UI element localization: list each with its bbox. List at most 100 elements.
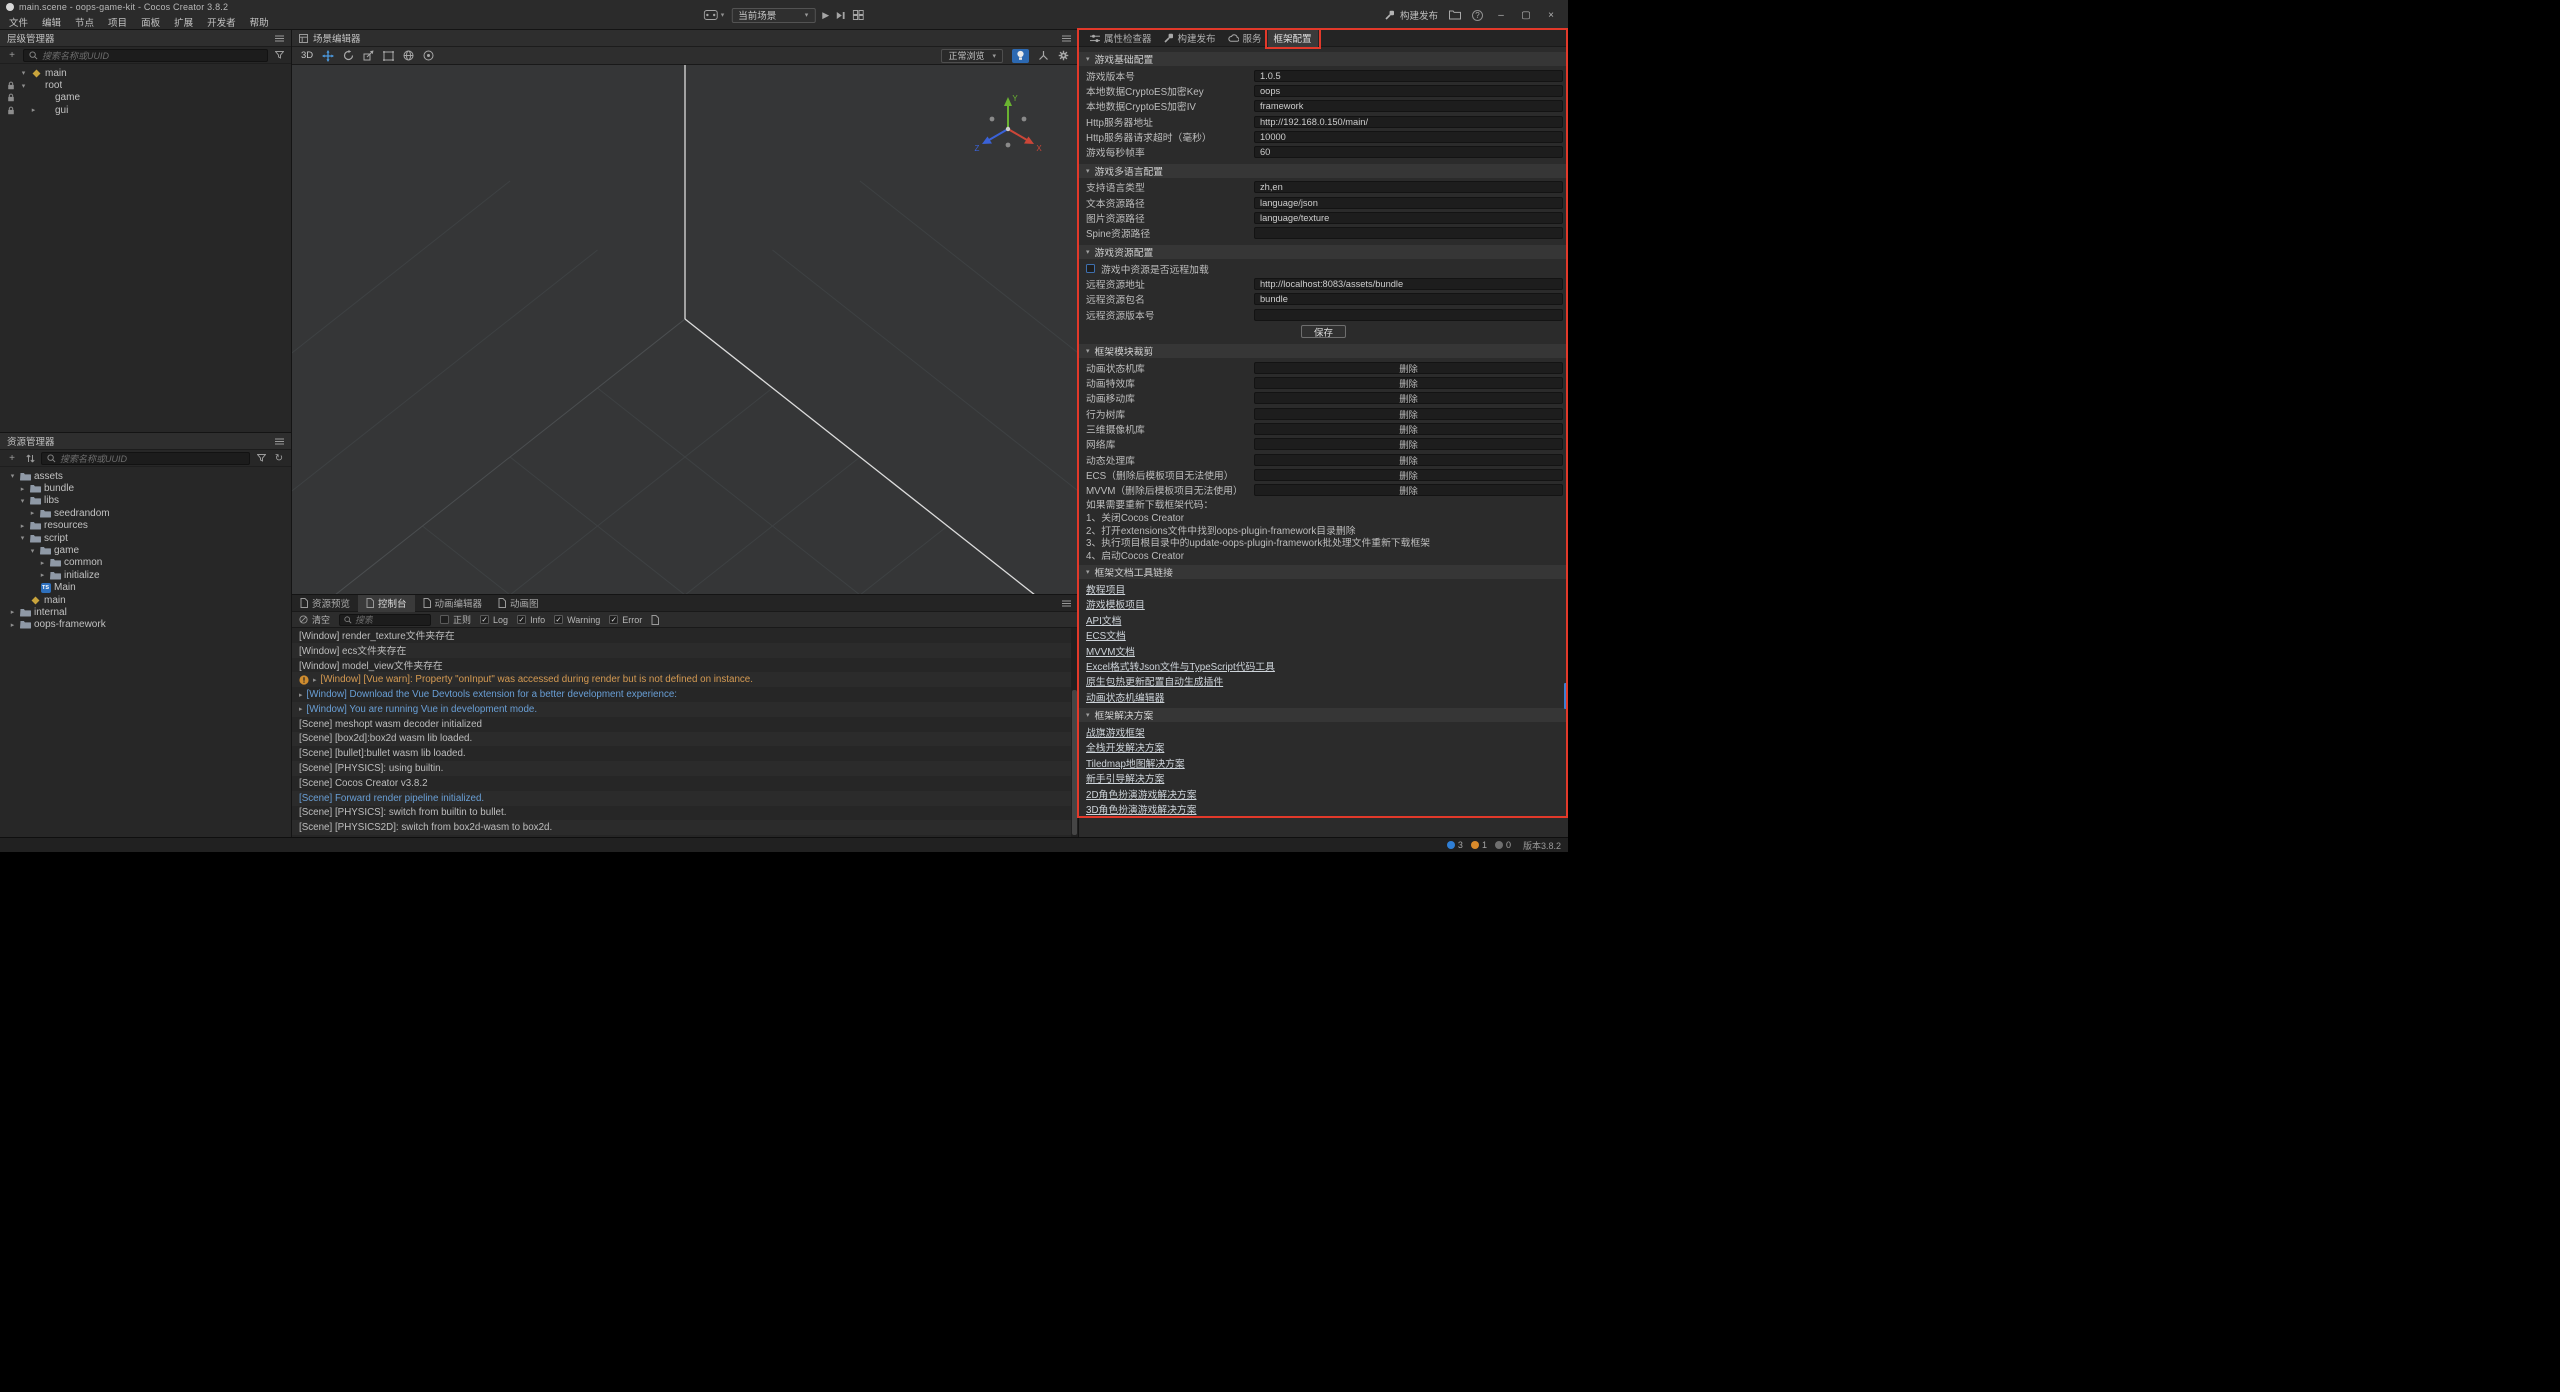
delete-network-lib-button[interactable]: 删除 [1254,438,1563,450]
scale-tool-icon[interactable] [363,50,374,61]
console-search-input[interactable]: 搜索 [339,614,431,626]
inspector-scrollbar-thumb[interactable] [1564,683,1567,709]
console-log-line[interactable]: ▸[Window] You are running Vue in develop… [292,702,1078,717]
assets-filter-icon[interactable] [254,452,268,465]
link-api-docs[interactable]: API文档 [1079,612,1568,627]
assets-menu-icon[interactable] [275,438,284,445]
filter-warning[interactable]: Warning [554,615,600,625]
scene-viewport[interactable]: Y X Z [292,65,1078,594]
chevron-down-icon[interactable]: ▾ [18,534,27,542]
input-http-timeout[interactable]: 10000 [1254,131,1563,143]
delete-dynamic-lib-button[interactable]: 删除 [1254,454,1563,466]
console-log-line[interactable]: [Scene] [PHYSICS]: switch from builtin t… [292,806,1078,821]
inspector-tab-property-inspector[interactable]: 属性检查器 [1084,30,1158,47]
console-tab-console[interactable]: 控制台 [358,595,415,612]
console-tab-animation-graph[interactable]: 动画图 [490,595,547,612]
hierarchy-search-input[interactable]: 搜索名称或UUID [23,49,268,62]
error-count[interactable]: 0 [1495,840,1511,850]
open-folder-icon[interactable] [1449,10,1461,20]
menu-item-4[interactable]: 面板 [134,15,167,29]
preview-device-icon[interactable] [704,10,718,20]
chevron-down-icon[interactable]: ▾ [8,472,17,480]
info-checkbox[interactable] [517,615,526,624]
section-framework-module-trim[interactable]: ▾框架模块裁剪 [1079,344,1568,358]
filter-regex[interactable]: 正则 [440,613,471,626]
inspector-tab-framework-config[interactable]: 框架配置 [1268,30,1318,47]
tree-node-game[interactable]: game [0,92,291,104]
input-game-fps[interactable]: 60 [1254,146,1563,158]
assets-add-button[interactable]: + [5,452,19,465]
link-game-template-project[interactable]: 游戏模板项目 [1079,597,1568,612]
tree-node-bundle[interactable]: ▸bundle [0,482,291,494]
console-menu-icon[interactable] [1062,600,1071,607]
tree-node-Main[interactable]: TSMain [0,582,291,594]
pivot-icon[interactable] [423,50,434,61]
console-tab-asset-preview[interactable]: 资源预览 [292,595,358,612]
tree-node-script[interactable]: ▾script [0,532,291,544]
expand-chevron-icon[interactable]: ▸ [313,676,317,684]
link-tutorial-project[interactable]: 教程项目 [1079,581,1568,596]
clear-console-button[interactable]: 清空 [299,613,330,626]
console-log-line[interactable]: [Scene] [PHYSICS2D]: switch from box2d-w… [292,820,1078,835]
input-crypto-iv[interactable]: framework [1254,100,1563,112]
chevron-down-icon[interactable]: ▾ [19,69,28,77]
tree-node-common[interactable]: ▸common [0,557,291,569]
chevron-right-icon[interactable]: ▸ [38,571,47,579]
console-tab-animation-editor[interactable]: 动画编辑器 [415,595,491,612]
save-button[interactable]: 保存 [1301,325,1346,338]
input-remote-resource-address[interactable]: http://localhost:8083/assets/bundle [1254,278,1563,290]
checkbox-remote-load-toggle[interactable] [1086,264,1095,273]
error-checkbox[interactable] [609,615,618,624]
chevron-down-icon[interactable]: ▾ [28,547,37,555]
scene-settings-gear-icon[interactable] [1058,50,1069,61]
menu-item-1[interactable]: 编辑 [35,15,68,29]
input-spine-resource-path[interactable] [1254,227,1563,239]
console-log-line[interactable]: [Window] ecs文件夹存在 [292,643,1078,658]
preview-device-dropdown-icon[interactable]: ▾ [721,11,725,19]
chevron-right-icon[interactable]: ▸ [18,485,27,493]
close-button[interactable]: × [1544,10,1558,21]
tree-node-resources[interactable]: ▸resources [0,520,291,532]
link-mvvm-docs[interactable]: MVVM文档 [1079,643,1568,658]
move-tool-icon[interactable] [322,50,334,62]
message-count[interactable]: 3 [1447,840,1463,850]
tree-node-assets[interactable]: ▾assets [0,470,291,482]
hierarchy-menu-icon[interactable] [275,35,284,42]
assets-refresh-icon[interactable]: ↻ [272,452,286,465]
tree-node-seedrandom[interactable]: ▸seedrandom [0,507,291,519]
help-icon[interactable]: ? [1472,10,1483,21]
tree-node-internal[interactable]: ▸internal [0,606,291,618]
tree-node-main[interactable]: ▾main [0,67,291,79]
play-button[interactable]: ▶ [822,10,829,21]
expand-chevron-icon[interactable]: ▸ [299,705,303,713]
input-text-resource-path[interactable]: language/json [1254,197,1563,209]
console-log-line[interactable]: [Scene] [PHYSICS]: using builtin. [292,761,1078,776]
regex-checkbox[interactable] [440,615,449,624]
delete-animation-effect-lib-button[interactable]: 删除 [1254,377,1563,389]
maximize-button[interactable]: ▢ [1519,10,1533,21]
filter-log[interactable]: Log [480,615,508,625]
console-log-line[interactable]: [Scene] Cocos Creator v3.8.2 [292,776,1078,791]
tree-node-initialize[interactable]: ▸initialize [0,569,291,581]
console-log-line[interactable]: ▸[Window] [Vue warn]: Property "onInput"… [292,672,1078,687]
input-http-server-address[interactable]: http://192.168.0.150/main/ [1254,116,1563,128]
delete-mvvm-lib-button[interactable]: 删除 [1254,484,1563,496]
build-publish-button[interactable]: 构建发布 [1385,8,1438,22]
warning-count[interactable]: 1 [1471,840,1487,850]
chevron-right-icon[interactable]: ▸ [8,621,17,629]
step-button[interactable] [836,11,846,20]
tree-node-oops-framework[interactable]: ▸oops-framework [0,619,291,631]
menu-item-2[interactable]: 节点 [68,15,101,29]
link-fullstack-solution[interactable]: 全栈开发解决方案 [1079,740,1568,755]
link-rpg-2d-solution[interactable]: 2D角色扮演游戏解决方案 [1079,786,1568,801]
console-log-line[interactable]: [Window] render_texture文件夹存在 [292,628,1078,643]
link-animator-editor[interactable]: 动画状态机编辑器 [1079,689,1568,704]
assets-search-input[interactable]: 搜索名称或UUID [41,452,250,465]
input-remote-resource-version[interactable] [1254,309,1563,321]
inspector-tab-service[interactable]: 服务 [1222,30,1268,47]
input-language-types[interactable]: zh,en [1254,181,1563,193]
scene-menu-icon[interactable] [1062,35,1071,42]
world-space-icon[interactable] [403,50,414,61]
warning-checkbox[interactable] [554,615,563,624]
console-log-line[interactable]: ▸[Window] Download the Vue Devtools exte… [292,687,1078,702]
